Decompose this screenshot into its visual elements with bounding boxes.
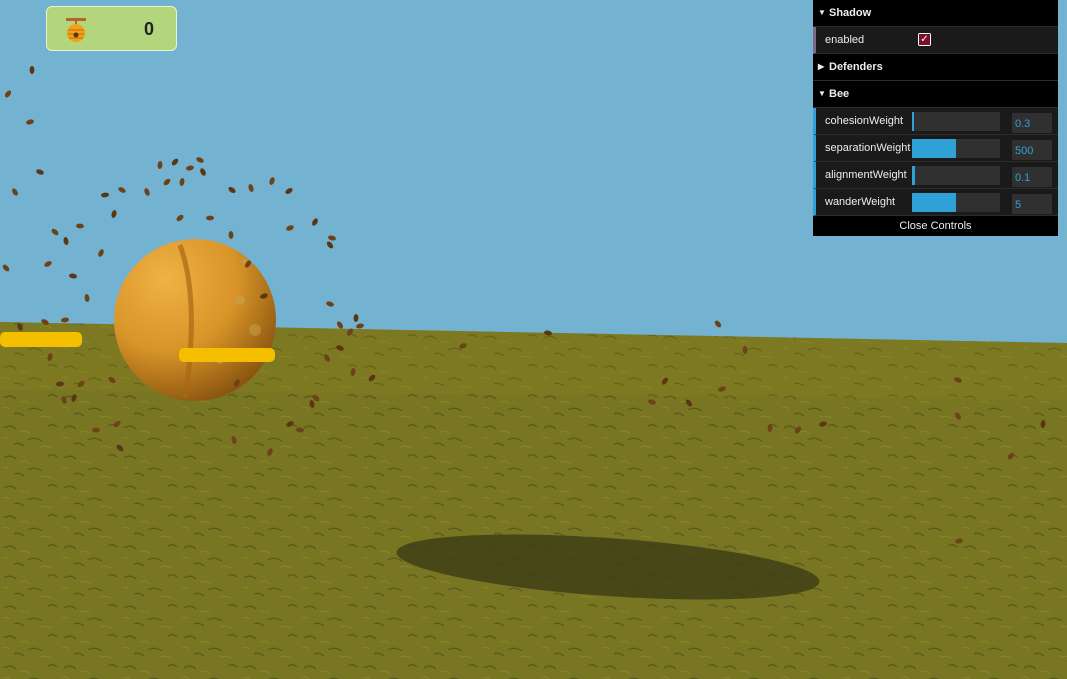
shadow-enabled-row[interactable]: enabled ✓ xyxy=(813,27,1058,54)
alignment-weight-slider[interactable] xyxy=(912,166,1000,185)
wander-weight-input[interactable]: 5 xyxy=(1012,194,1052,214)
param-row: cohesionWeight 0.3 xyxy=(813,108,1058,135)
beehive-icon xyxy=(66,18,86,42)
folder-bee[interactable]: ▼ Bee xyxy=(813,81,1058,108)
triangle-down-icon: ▼ xyxy=(818,8,826,17)
score-panel: 0 xyxy=(46,6,177,51)
separation-weight-input[interactable]: 500 xyxy=(1012,140,1052,160)
param-label: separationWeight xyxy=(825,142,911,154)
param-label: wanderWeight xyxy=(825,196,896,208)
wander-weight-slider[interactable] xyxy=(912,193,1000,212)
param-label: cohesionWeight xyxy=(825,115,904,127)
controls-panel: ▼ Shadow enabled ✓ ▶ Defenders ▼ Bee coh… xyxy=(813,0,1058,236)
param-label: alignmentWeight xyxy=(825,169,907,181)
param-row: separationWeight 500 xyxy=(813,135,1058,162)
param-row: alignmentWeight 0.1 xyxy=(813,162,1058,189)
triangle-down-icon: ▼ xyxy=(818,89,826,98)
folder-bee-label: Bee xyxy=(829,88,850,100)
alignment-weight-input[interactable]: 0.1 xyxy=(1012,167,1052,187)
health-bar-left xyxy=(0,332,82,347)
folder-defenders[interactable]: ▶ Defenders xyxy=(813,54,1058,81)
slider-fill xyxy=(912,166,915,185)
shadow-enabled-label: enabled xyxy=(825,34,865,46)
slider-fill xyxy=(912,139,956,158)
shadow-enabled-checkbox[interactable]: ✓ xyxy=(918,33,931,46)
slider-fill xyxy=(912,112,914,131)
hive-sphere xyxy=(114,239,276,401)
slider-fill xyxy=(912,193,956,212)
cohesion-weight-input[interactable]: 0.3 xyxy=(1012,113,1052,133)
bee xyxy=(29,66,35,74)
separation-weight-slider[interactable] xyxy=(912,139,1000,158)
close-controls-button[interactable]: Close Controls xyxy=(813,216,1058,236)
folder-defenders-label: Defenders xyxy=(829,61,883,73)
score-value: 0 xyxy=(143,19,154,39)
triangle-right-icon: ▶ xyxy=(818,62,825,71)
folder-shadow[interactable]: ▼ Shadow xyxy=(813,0,1058,27)
checkmark-icon: ✓ xyxy=(919,34,930,45)
cohesion-weight-slider[interactable] xyxy=(912,112,1000,131)
health-bar-sphere xyxy=(179,348,275,362)
param-row: wanderWeight 5 xyxy=(813,189,1058,216)
folder-shadow-label: Shadow xyxy=(829,7,872,19)
